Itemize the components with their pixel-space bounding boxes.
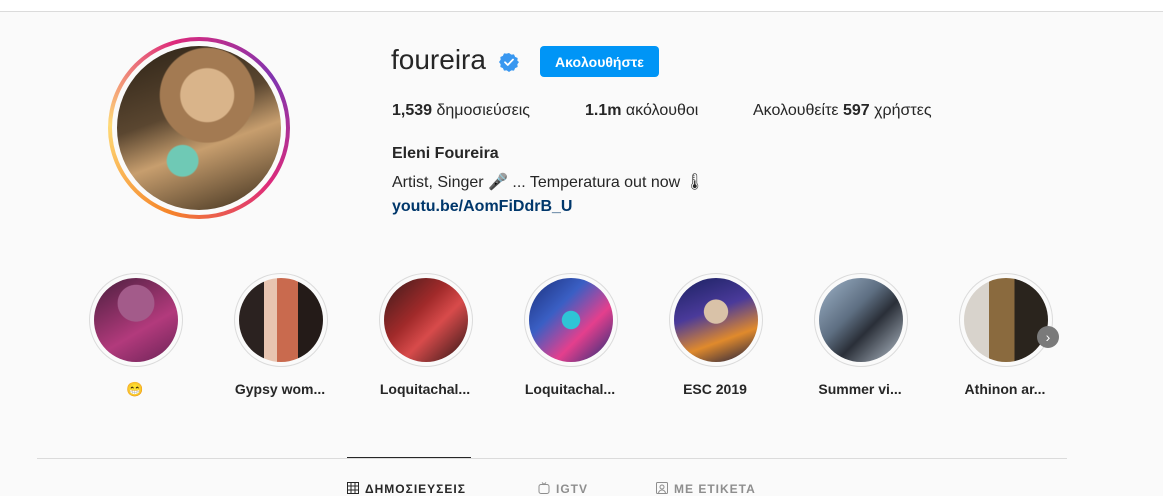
highlight-label: Loquitachal... — [379, 381, 471, 397]
highlight-label: 😁 — [126, 381, 144, 397]
profile-link[interactable]: youtu.be/AomFiDdrB_U — [392, 198, 572, 216]
tabs-divider — [37, 458, 1067, 459]
tagged-icon — [656, 482, 668, 494]
highlights-next-button[interactable]: › — [1037, 326, 1059, 348]
profile-bio: Artist, Singer 🎤 ... Temperatura out now… — [392, 174, 705, 191]
posts-count-label: δημοσιεύσεις — [436, 102, 531, 119]
follow-button[interactable]: Ακολουθήστε — [540, 46, 659, 77]
top-nav-bar — [0, 0, 1163, 12]
grid-icon — [347, 482, 359, 494]
highlight-label: Gypsy wom... — [234, 381, 326, 397]
highlight-cover — [89, 273, 183, 367]
highlight-cover — [379, 273, 473, 367]
posts-count-value: 1,539 — [392, 102, 433, 119]
profile-avatar[interactable] — [108, 37, 290, 219]
active-tab-indicator — [347, 457, 471, 458]
followers-count[interactable]: 1.1m ακόλουθοι — [585, 102, 698, 120]
chevron-right-icon: › — [1045, 329, 1051, 345]
posts-count[interactable]: 1,539 δημοσιεύσεις — [392, 102, 530, 120]
following-count-value: 597 — [842, 102, 870, 119]
following-count-prefix: Ακολουθείτε — [753, 102, 839, 119]
avatar-photo — [117, 46, 281, 210]
profile-username: foureira — [391, 44, 486, 75]
profile-full-name: Eleni Foureira — [392, 145, 499, 162]
highlight-cover — [524, 273, 618, 367]
highlight-cover — [959, 273, 1053, 367]
followers-count-value: 1.1m — [585, 102, 622, 119]
highlight-cover — [814, 273, 908, 367]
highlight-label: Athinon ar... — [964, 381, 1046, 397]
highlight-label: Summer vi... — [818, 381, 902, 397]
following-count-suffix: χρήστες — [874, 102, 932, 119]
igtv-icon — [538, 482, 550, 494]
highlight-label: Loquitachal... — [524, 381, 616, 397]
following-count[interactable]: Ακολουθείτε 597 χρήστες — [753, 102, 932, 120]
followers-count-label: ακόλουθοι — [625, 102, 699, 119]
highlight-cover — [234, 273, 328, 367]
verified-badge-icon — [499, 53, 519, 72]
highlight-label: ESC 2019 — [683, 381, 747, 397]
highlight-cover — [669, 273, 763, 367]
